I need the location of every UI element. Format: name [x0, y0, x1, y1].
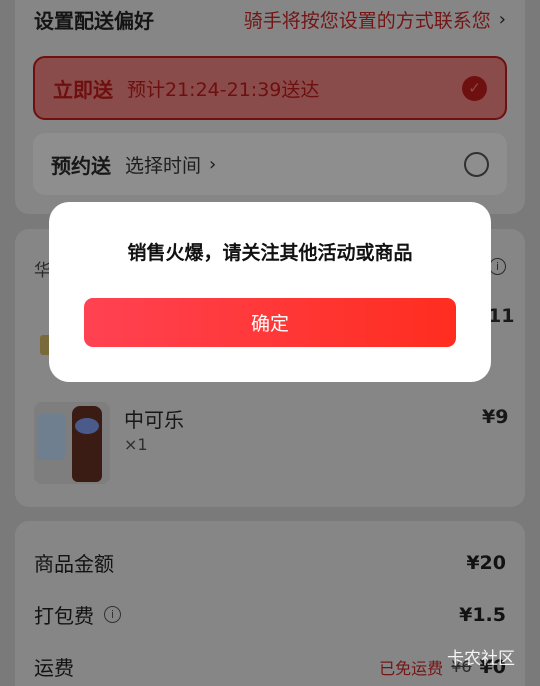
select-time-link[interactable]: 选择时间 › [125, 151, 216, 178]
goods-amount-row: 商品金额 ¥20 [34, 548, 506, 577]
instant-delivery-title: 立即送 [53, 77, 113, 102]
instant-delivery-eta: 预计21:24-21:39送达 [127, 78, 320, 101]
shipping-fee-label: 运费 [34, 656, 74, 680]
select-time-label: 选择时间 [125, 154, 202, 177]
cola-logo-icon [75, 418, 99, 434]
cola-bottle-image [72, 406, 102, 482]
packing-fee-value: ¥1.5 [459, 603, 506, 626]
delivery-preference-hint-text: 骑手将按您设置的方式联系您 [243, 9, 491, 32]
confirm-button[interactable]: 确定 [84, 298, 456, 347]
delivery-preference-row[interactable]: 设置配送偏好 骑手将按您设置的方式联系您 › [34, 4, 506, 34]
packing-fee-label: 打包费 [34, 604, 94, 628]
sold-out-dialog: 销售火爆，请关注其他活动或商品 确定 [49, 202, 491, 382]
watermark: 卡农社区 [447, 649, 515, 669]
info-icon[interactable]: i [104, 606, 121, 623]
shipping-fee-row[interactable]: 运费 已免运费 ¥6 ¥0 [34, 652, 506, 681]
goods-amount-label: 商品金额 [34, 552, 114, 576]
scheduled-delivery-option[interactable]: 预约送 选择时间 › [33, 133, 507, 195]
instant-delivery-option[interactable]: 立即送 预计21:24-21:39送达 ✓ [33, 56, 507, 120]
packing-fee-row: 打包费 i ¥1.5 [34, 600, 506, 629]
delivery-preference-title: 设置配送偏好 [34, 8, 154, 33]
item-price-fragment: 11 [488, 305, 515, 327]
item-price: ¥9 [482, 406, 509, 428]
dialog-message: 销售火爆，请关注其他活动或商品 [127, 242, 413, 264]
item-quantity: ×1 [124, 435, 148, 454]
goods-amount-value: ¥20 [466, 551, 506, 574]
delivery-preference-hint: 骑手将按您设置的方式联系您 › [244, 6, 506, 33]
chevron-right-icon: › [498, 8, 506, 30]
item-image [34, 402, 110, 484]
shipping-waived-label: 已免运费 [379, 658, 444, 678]
scheduled-delivery-title: 预约送 [51, 153, 111, 178]
info-icon[interactable]: i [489, 258, 506, 275]
chevron-right-icon: › [209, 153, 217, 175]
item-image-label [37, 414, 65, 460]
unchecked-circle-icon[interactable] [464, 151, 489, 177]
item-name: 中可乐 [124, 408, 184, 432]
checked-circle-icon: ✓ [462, 75, 487, 101]
packing-fee-label-group: 打包费 i [34, 600, 121, 629]
